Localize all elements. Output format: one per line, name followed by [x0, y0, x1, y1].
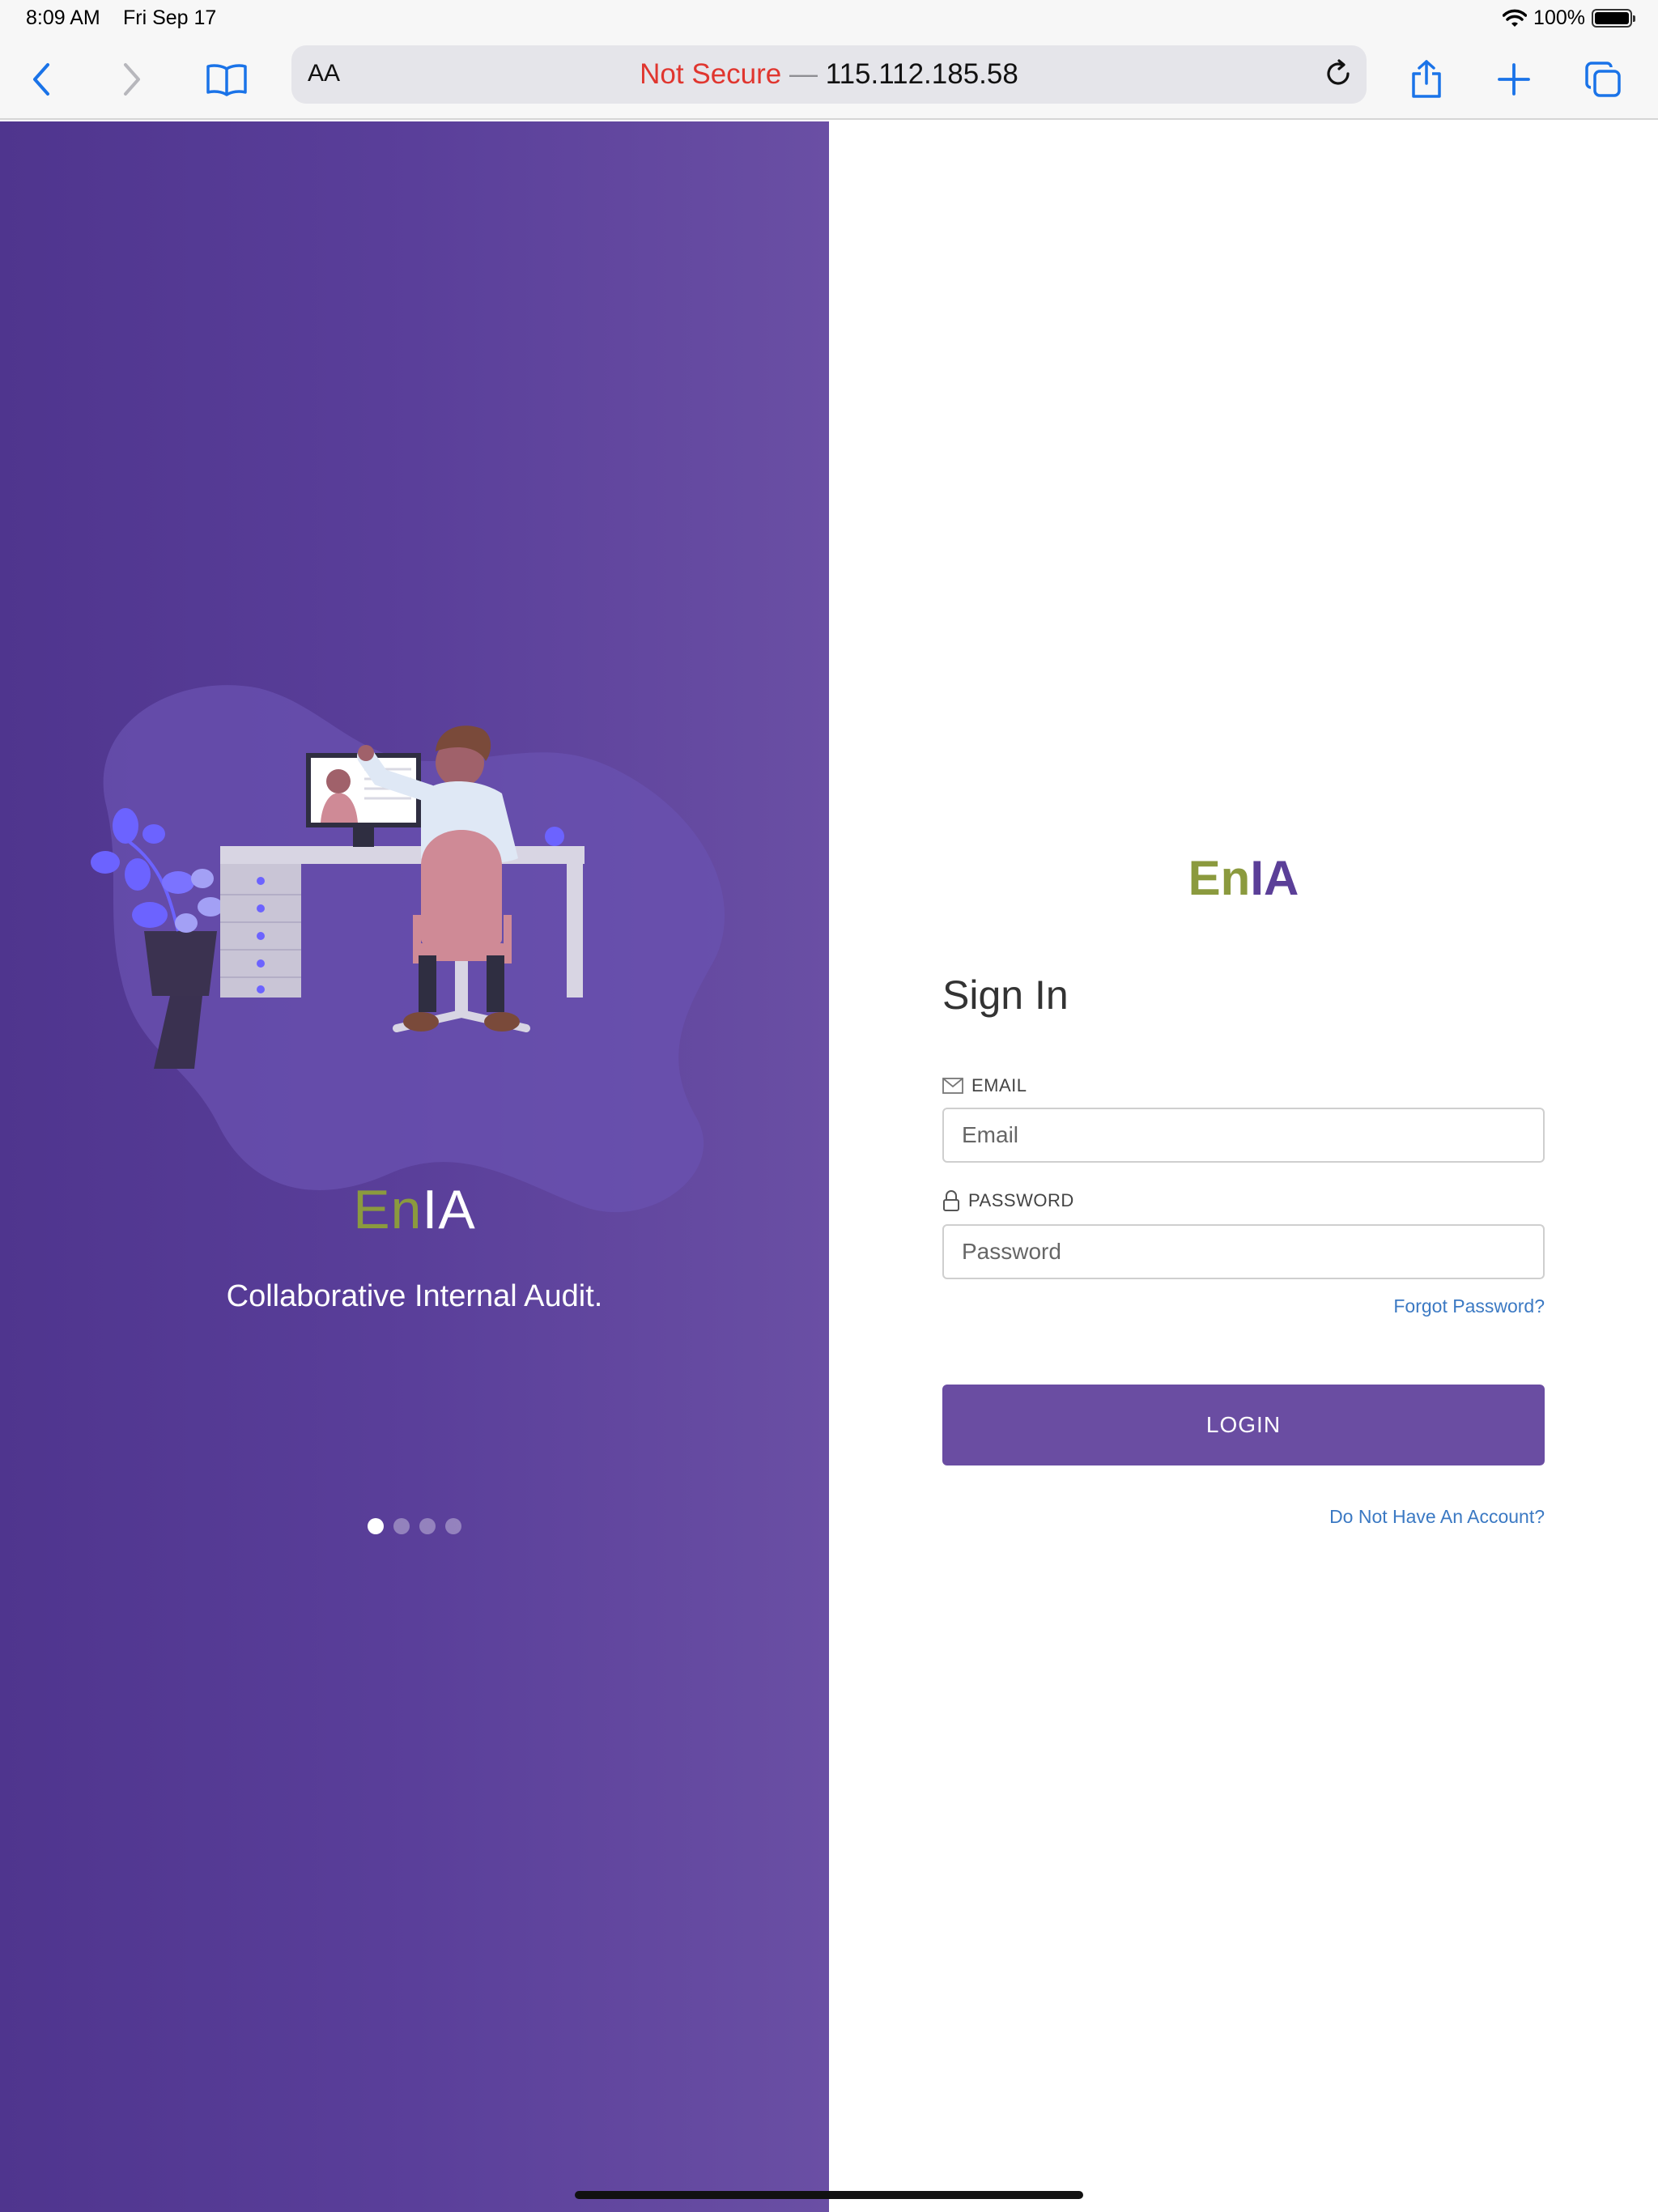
address-bar[interactable]: AA Not Secure — 115.112.185.58: [291, 45, 1367, 104]
signin-brand-ia: IA: [1250, 851, 1299, 905]
carousel-dot-4[interactable]: [445, 1518, 461, 1534]
signin-brand-logo: EnIA: [829, 850, 1658, 906]
envelope-icon: [942, 1078, 963, 1094]
url-display[interactable]: Not Secure — 115.112.185.58: [291, 58, 1367, 91]
plus-icon: [1498, 63, 1530, 96]
reload-icon: [1327, 59, 1350, 85]
carousel-dot-2[interactable]: [393, 1518, 410, 1534]
password-input[interactable]: [942, 1224, 1545, 1279]
forward-button[interactable]: [107, 55, 155, 104]
bookmarks-button[interactable]: [202, 55, 251, 104]
workspace-illustration: [91, 685, 725, 1213]
lock-icon: [943, 1190, 959, 1211]
share-icon: [1412, 60, 1441, 98]
password-label-text: PASSWORD: [968, 1190, 1074, 1210]
forgot-password-link[interactable]: Forgot Password?: [1393, 1295, 1545, 1317]
url-separator: —: [789, 58, 818, 90]
hero-panel: EnIA Collaborative Internal Audit.: [0, 121, 829, 2212]
status-indicators: 100%: [1503, 6, 1635, 30]
home-indicator[interactable]: [575, 2191, 1083, 2199]
hero-brand-en: En: [353, 1179, 423, 1240]
status-bar: 8:09 AM Fri Sep 17 100%: [0, 0, 1658, 39]
new-tab-button[interactable]: [1490, 55, 1538, 104]
signin-title: Sign In: [942, 972, 1069, 1018]
hero-tagline: Collaborative Internal Audit.: [226, 1279, 603, 1313]
back-button[interactable]: [18, 55, 66, 104]
battery-icon: [1592, 9, 1635, 28]
tabs-overview-button[interactable]: [1579, 55, 1627, 104]
reload-button[interactable]: [1318, 53, 1358, 94]
signin-panel: EnIA Sign In EMAIL PASSWORD Forgot Passw…: [829, 121, 1658, 2212]
hero-brand-logo: EnIA: [0, 1178, 829, 1241]
not-secure-label: Not Secure: [640, 58, 782, 90]
hero-brand-ia: IA: [422, 1179, 476, 1240]
book-icon: [206, 64, 247, 96]
login-button[interactable]: LOGIN: [942, 1385, 1545, 1465]
email-label: EMAIL: [942, 1075, 1027, 1096]
signin-brand-en: En: [1188, 851, 1251, 905]
chevron-right-icon: [124, 63, 140, 96]
url-address: 115.112.185.58: [825, 58, 1018, 90]
register-link[interactable]: Do Not Have An Account?: [1329, 1506, 1545, 1528]
wifi-icon: [1503, 9, 1528, 27]
browser-toolbar: AA Not Secure — 115.112.185.58: [0, 39, 1658, 120]
email-label-text: EMAIL: [971, 1075, 1027, 1095]
email-input[interactable]: [942, 1108, 1545, 1163]
status-date: Fri Sep 17: [123, 6, 217, 29]
tabs-icon: [1585, 62, 1621, 97]
status-time: 8:09 AM: [26, 6, 100, 29]
battery-percent: 100%: [1533, 6, 1585, 29]
chevron-left-icon: [33, 63, 49, 96]
share-button[interactable]: [1402, 55, 1451, 104]
password-label: PASSWORD: [942, 1190, 1074, 1211]
carousel-indicators: [0, 1518, 829, 1534]
carousel-dot-1[interactable]: [368, 1518, 384, 1534]
carousel-dot-3[interactable]: [419, 1518, 436, 1534]
